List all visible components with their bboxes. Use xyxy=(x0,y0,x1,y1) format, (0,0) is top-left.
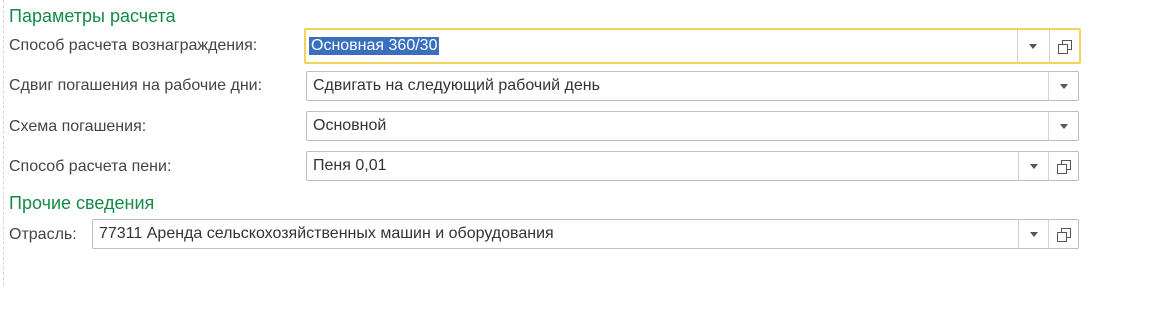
repayment-shift-value[interactable]: Сдвигать на следующий рабочий день xyxy=(313,77,600,95)
reward-method-open-button[interactable] xyxy=(1049,30,1079,62)
reward-method-label: Способ расчета вознаграждения: xyxy=(9,37,258,54)
penalty-method-dropdown-button[interactable] xyxy=(1018,152,1048,180)
open-form-icon xyxy=(1057,227,1071,242)
repayment-scheme-field[interactable]: Основной xyxy=(306,111,1079,141)
reward-method-value[interactable]: Основная 360/30 xyxy=(309,37,440,55)
repayment-scheme-dropdown-button[interactable] xyxy=(1048,112,1078,140)
industry-label: Отрасль: xyxy=(9,226,77,243)
open-form-icon xyxy=(1057,159,1071,174)
industry-dropdown-button[interactable] xyxy=(1018,220,1048,248)
chevron-down-icon xyxy=(1029,163,1038,169)
industry-value[interactable]: 77311 Аренда сельскохозяйственных машин … xyxy=(99,225,554,243)
penalty-method-value[interactable]: Пеня 0,01 xyxy=(313,157,386,175)
repayment-scheme-value[interactable]: Основной xyxy=(313,117,386,135)
form-left-guide xyxy=(3,0,4,285)
repayment-shift-field[interactable]: Сдвигать на следующий рабочий день xyxy=(306,71,1079,101)
chevron-down-icon xyxy=(1029,231,1038,237)
penalty-method-open-button[interactable] xyxy=(1048,152,1078,180)
repayment-scheme-label: Схема погашения: xyxy=(9,118,147,135)
open-form-icon xyxy=(1058,39,1072,54)
section-title-calc-params: Параметры расчета xyxy=(9,6,176,26)
reward-method-dropdown-button[interactable] xyxy=(1017,30,1047,62)
repayment-shift-label: Сдвиг погашения на рабочие дни: xyxy=(9,77,263,94)
chevron-down-icon xyxy=(1059,123,1068,129)
penalty-method-field[interactable]: Пеня 0,01 xyxy=(306,151,1079,181)
reward-method-field[interactable]: Основная 360/30 xyxy=(304,28,1081,64)
industry-field[interactable]: 77311 Аренда сельскохозяйственных машин … xyxy=(92,219,1079,249)
chevron-down-icon xyxy=(1028,43,1037,49)
repayment-shift-dropdown-button[interactable] xyxy=(1048,72,1078,100)
penalty-method-label: Способ расчета пени: xyxy=(9,158,172,175)
section-title-other-info: Прочие сведения xyxy=(9,193,155,213)
industry-open-button[interactable] xyxy=(1048,220,1078,248)
chevron-down-icon xyxy=(1059,83,1068,89)
